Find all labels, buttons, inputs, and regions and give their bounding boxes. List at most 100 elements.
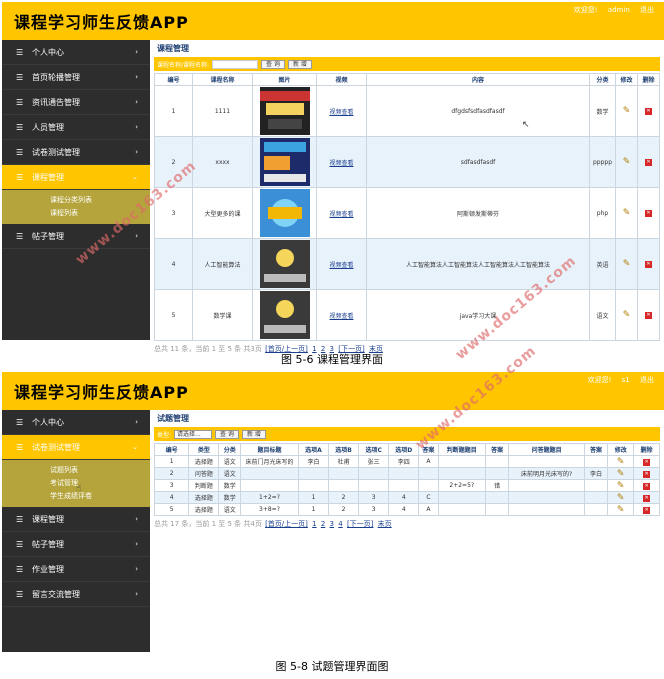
delete-icon[interactable]: ✕ [645,108,652,115]
add-button[interactable]: 新 增 [287,59,312,69]
delete-icon[interactable]: ✕ [643,470,651,478]
delete-icon[interactable]: ✕ [643,458,651,466]
sidebar-item-homework[interactable]: ☰ 作业管理 › [2,557,150,582]
delete-icon[interactable]: ✕ [643,506,651,514]
cell-delete: ✕ [637,238,660,290]
type-select[interactable]: 请选择... [174,429,213,439]
figure-caption-2: 图 5-8 试题管理界面图 [275,660,389,673]
video-link[interactable]: 视频查看 [329,160,353,167]
pencil-icon[interactable]: ✎ [623,208,631,218]
cell-judge-answer [484,503,510,516]
search-input[interactable] [212,59,259,69]
video-link[interactable]: 视频查看 [329,109,353,116]
cell-delete: ✕ [637,289,660,341]
sidebar-item-carousel[interactable]: ☰ 首页轮播管理 › [2,65,150,90]
pencil-icon[interactable]: ✎ [617,493,625,503]
delete-icon[interactable]: ✕ [645,312,652,319]
cell-video: 视频查看 [316,238,367,290]
cell-question-title [239,479,299,492]
menu-icon: ☰ [16,418,24,427]
logout-link[interactable]: 退出 [640,376,654,384]
add-button[interactable]: 新 增 [241,429,266,439]
cell-answer: A [418,503,439,516]
pager-page-4[interactable]: 4 [338,520,342,528]
cell-qa-answer [583,479,609,492]
delete-icon[interactable]: ✕ [645,261,652,268]
chevron-down-icon: ⌄ [132,443,138,451]
pencil-icon[interactable]: ✎ [617,505,625,515]
cell-qa-question [508,455,585,468]
table-row: 1 选择题 语文 床前门月光床写的 李白 杜甫 张三 李四 A ✎ ✕ [153,455,660,468]
delete-icon[interactable]: ✕ [645,159,652,166]
sidebar: ☰ 个人中心 › ☰ 首页轮播管理 › ☰ 资讯通告管理 › ☰ 人员管理 › ☰ 试卷测试管理 ›… [2,40,150,340]
pager-first-prev[interactable]: [首页/上一页] [265,520,308,528]
pager-last[interactable]: 末页 [378,520,392,528]
cell-judge-answer [484,467,510,480]
chevron-right-icon: › [135,418,138,426]
cell-answer: A [418,455,439,468]
sidebar-item-courses[interactable]: ☰ 课程管理 ⌄ [2,165,150,190]
pencil-icon[interactable]: ✎ [617,469,625,479]
cell-option-c [358,479,390,492]
sidebar-item-label: 资讯通告管理 [32,98,80,107]
cell-option-c: 3 [358,503,390,516]
cell-judge-answer [484,455,510,468]
username-link[interactable]: admin [608,6,630,14]
sidebar-item-users[interactable]: ☰ 人员管理 › [2,115,150,140]
cell-option-a: 李白 [297,455,330,468]
cell-video: 视频查看 [316,187,367,239]
col-name: 课程名称 [192,73,253,86]
chevron-right-icon: › [135,540,138,548]
search-button[interactable]: 查 询 [215,429,239,439]
sidebar-item-exams[interactable]: ☰ 试卷测试管理 › [2,140,150,165]
col-edit: 修改 [607,443,635,456]
username-link[interactable]: s1 [622,376,630,384]
video-link[interactable]: 视频查看 [329,313,353,320]
search-button[interactable]: 查 询 [261,59,285,69]
top-links: 欢迎您! admin 退出 [566,5,654,15]
pager-page-3[interactable]: 3 [330,520,334,528]
cell-edit: ✎ [615,85,638,137]
table-row: 4 选择题 数学 1+2=? 1 2 3 4 C ✎ ✕ [153,491,660,504]
delete-icon[interactable]: ✕ [645,210,652,217]
delete-icon[interactable]: ✕ [643,482,651,490]
pencil-icon[interactable]: ✎ [623,310,631,320]
cell-edit: ✎ [607,455,635,468]
page-title: 试题管理 [157,414,189,423]
sidebar-item-personal-center[interactable]: ☰ 个人中心 › [2,410,150,435]
sidebar-item-exams[interactable]: ☰ 试卷测试管理 ⌄ [2,435,150,460]
pager-next[interactable]: [下一页] [347,520,373,528]
sidebar-item-posts[interactable]: ☰ 帖子管理 › [2,532,150,557]
cell-answer [418,467,439,480]
video-link[interactable]: 视频查看 [329,262,353,269]
sidebar-item-label: 首页轮播管理 [32,73,80,82]
submenu-item-course-categories[interactable]: 课程分类列表 [2,194,150,207]
cell-category: 语文 [218,503,241,516]
pencil-icon[interactable]: ✎ [617,457,625,467]
pencil-icon[interactable]: ✎ [617,481,625,491]
course-table: 编号 课程名称 图片 视频 内容 分类 修改 删除 1 1111 视频查看 df… [154,73,660,341]
pencil-icon[interactable]: ✎ [623,106,631,116]
pager-page-1[interactable]: 1 [312,520,316,528]
video-link[interactable]: 视频查看 [329,211,353,218]
sidebar-item-personal-center[interactable]: ☰ 个人中心 › [2,40,150,65]
sidebar-item-courses[interactable]: ☰ 课程管理 › [2,507,150,532]
sidebar-item-notice[interactable]: ☰ 资讯通告管理 › [2,90,150,115]
cell-id: 4 [153,491,190,504]
pencil-icon[interactable]: ✎ [623,259,631,269]
logout-link[interactable]: 退出 [640,6,654,14]
cell-judge-answer: 错 [484,479,510,492]
delete-icon[interactable]: ✕ [643,494,651,502]
cell-id: 3 [153,479,190,492]
cell-type: 选择题 [188,503,220,516]
col-question-title: 题目标题 [239,443,299,456]
submenu-item-question-list[interactable]: 试题列表 [2,464,150,477]
cell-option-b [328,467,360,480]
cell-option-c [358,467,390,480]
cell-edit: ✎ [607,503,635,516]
pager-page-2[interactable]: 2 [321,520,325,528]
pencil-icon[interactable]: ✎ [623,157,631,167]
cell-id: 2 [153,467,190,480]
menu-icon: ☰ [16,232,24,241]
sidebar-item-messages[interactable]: ☰ 留言交流管理 › [2,582,150,607]
